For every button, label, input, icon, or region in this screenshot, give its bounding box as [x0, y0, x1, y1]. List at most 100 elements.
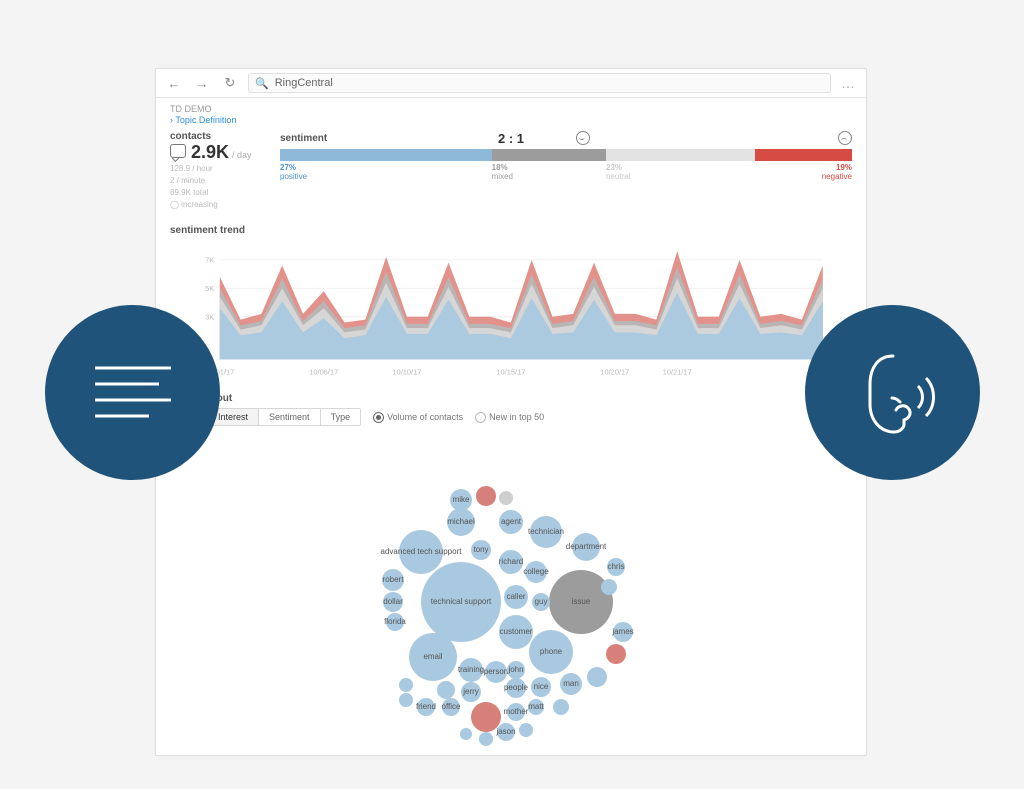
contacts-title: contacts [170, 131, 270, 142]
svg-text:people: people [504, 683, 529, 692]
svg-text:chris: chris [608, 562, 625, 571]
sentiment-card: sentiment 2 : 1 27%positive18%mixed23%ne… [280, 131, 852, 181]
text-lines-icon [45, 305, 220, 480]
svg-text:richard: richard [499, 557, 523, 566]
sentiment-title: sentiment [280, 133, 327, 144]
svg-text:jason: jason [495, 727, 515, 736]
svg-text:10/20/17: 10/20/17 [600, 367, 629, 376]
svg-text:email: email [423, 652, 442, 661]
contacts-value: 2.9K / day [170, 142, 270, 163]
svg-text:mother: mother [504, 707, 529, 716]
contacts-stat-line: ◯ increasing [170, 199, 270, 211]
bubble-item[interactable] [601, 579, 617, 595]
svg-text:10/21/17: 10/21/17 [663, 367, 692, 376]
svg-text:10/06/17: 10/06/17 [309, 367, 338, 376]
svg-text:advanced tech support: advanced tech support [381, 547, 463, 556]
bubble-item[interactable] [519, 723, 533, 737]
sentiment-segment-mixed [492, 149, 606, 161]
sentiment-ratio: 2 : 1 [498, 131, 524, 146]
sentiment-label-mixed: 18%mixed [492, 163, 606, 181]
svg-text:nice: nice [534, 682, 549, 691]
bubble-item[interactable] [476, 486, 496, 506]
contacts-stat-line: 89.9K total [170, 187, 270, 199]
svg-text:department: department [566, 542, 607, 551]
svg-text:10/15/17: 10/15/17 [496, 367, 525, 376]
search-icon: 🔍 [255, 77, 269, 90]
tab-type[interactable]: Type [321, 409, 361, 425]
sentiment-trend-chart: 7K5K3K10/01/1710/06/1710/10/1710/15/1710… [170, 240, 852, 380]
svg-text:john: john [507, 665, 523, 674]
svg-text:michael: michael [447, 517, 475, 526]
browser-toolbar: ← → ↻ 🔍 … [156, 69, 866, 98]
bubble-item[interactable] [479, 732, 493, 746]
svg-text:agent: agent [501, 517, 522, 526]
svg-text:training: training [458, 665, 484, 674]
bubble-chart: technical supportissueemailphonecustomer… [170, 432, 852, 712]
svg-text:dollar: dollar [383, 597, 403, 606]
svg-text:matt: matt [528, 702, 544, 711]
back-button[interactable]: ← [164, 73, 184, 93]
svg-text:robert: robert [383, 575, 405, 584]
bubble-item[interactable] [437, 681, 455, 699]
svg-text:caller: caller [506, 592, 525, 601]
svg-text:5K: 5K [205, 284, 214, 293]
contacts-card: contacts 2.9K / day 128.9 / hour2 / minu… [170, 131, 270, 211]
svg-text:person: person [484, 667, 508, 676]
radio-volume-of-contacts[interactable]: Volume of contacts [373, 412, 463, 423]
sentiment-label-neutral: 23%neutral [606, 163, 755, 181]
svg-text:technical support: technical support [431, 597, 492, 606]
app-window: ← → ↻ 🔍 … TD DEMO › Topic Definition con… [155, 68, 867, 756]
bubble-item[interactable] [606, 644, 626, 664]
svg-text:jerry: jerry [462, 687, 479, 696]
sentiment-segment-negative [755, 149, 852, 161]
talking-filters: Terms of InterestSentimentType Volume of… [170, 408, 852, 426]
svg-text:man: man [563, 679, 579, 688]
bubble-item[interactable] [587, 667, 607, 687]
svg-text:3K: 3K [205, 313, 214, 322]
svg-text:10/10/17: 10/10/17 [392, 367, 421, 376]
sentiment-segment-neutral [606, 149, 755, 161]
sentiment-label-negative: 19%negative [755, 163, 852, 181]
chat-icon [170, 144, 186, 158]
bubble-item[interactable] [499, 491, 513, 505]
bubble-item[interactable] [399, 693, 413, 707]
sentiment-bar-labels: 27%positive18%mixed23%neutral19%negative [280, 163, 852, 181]
contacts-stat-line: 128.9 / hour [170, 163, 270, 175]
svg-text:guy: guy [535, 597, 548, 606]
trend-title: sentiment trend [170, 225, 852, 236]
svg-text:college: college [523, 567, 549, 576]
svg-text:phone: phone [540, 647, 563, 656]
radio-new-in-top-50[interactable]: New in top 50 [475, 412, 544, 423]
svg-text:7K: 7K [205, 256, 214, 265]
org-label: TD DEMO [170, 104, 852, 114]
bubble-item[interactable] [460, 728, 472, 740]
svg-text:friend: friend [416, 702, 436, 711]
bubble-item[interactable] [399, 678, 413, 692]
forward-button[interactable]: → [192, 73, 212, 93]
sad-icon [838, 131, 852, 145]
sentiment-label-positive: 27%positive [280, 163, 492, 181]
address-bar[interactable]: 🔍 [248, 73, 831, 93]
svg-text:office: office [442, 702, 462, 711]
sentiment-bar [280, 149, 852, 161]
talking-title: talking about [170, 393, 852, 404]
refresh-button[interactable]: ↻ [220, 73, 240, 93]
breadcrumb-link[interactable]: Topic Definition [175, 115, 236, 125]
svg-text:james: james [611, 627, 633, 636]
bubble-item[interactable] [553, 699, 569, 715]
smile-icon [576, 131, 590, 145]
talking-radios: Volume of contacts New in top 50 [361, 412, 544, 423]
svg-text:tony: tony [473, 545, 488, 554]
tab-sentiment[interactable]: Sentiment [259, 409, 321, 425]
svg-text:technician: technician [528, 527, 564, 536]
breadcrumb: TD DEMO › Topic Definition [170, 104, 852, 125]
contacts-stat-line: 2 / minute [170, 175, 270, 187]
search-input[interactable] [273, 76, 824, 90]
contacts-number: 2.9K [191, 142, 229, 163]
svg-text:florida: florida [384, 617, 406, 626]
svg-text:issue: issue [572, 597, 591, 606]
sentiment-segment-positive [280, 149, 492, 161]
more-menu-button[interactable]: … [839, 75, 858, 91]
voice-icon [805, 305, 980, 480]
contacts-substats: 128.9 / hour2 / minute89.9K total◯ incre… [170, 163, 270, 211]
